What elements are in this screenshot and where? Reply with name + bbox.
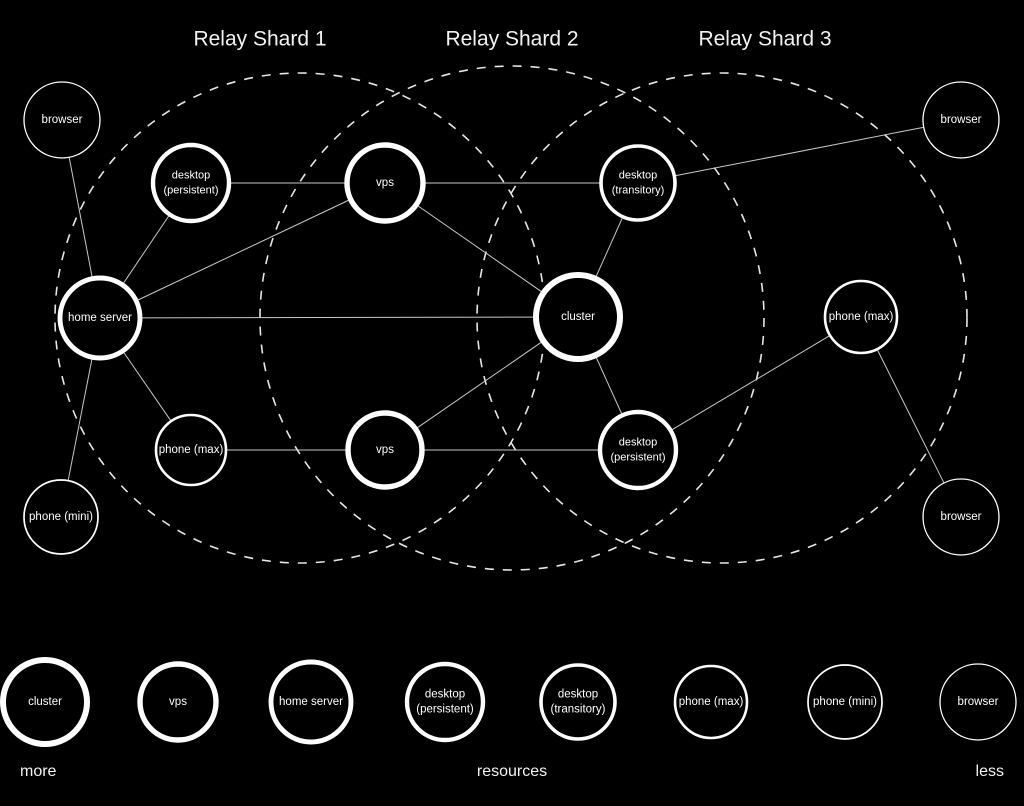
node-home-server[interactable]: home server bbox=[57, 275, 143, 361]
node-vps-top-label: vps bbox=[376, 177, 394, 189]
legend-desktop-transitory[interactable]: desktop (transitory) bbox=[539, 663, 617, 741]
node-browser-br-label: browser bbox=[941, 511, 982, 523]
legend-browser[interactable]: browser bbox=[939, 663, 1017, 741]
axis-label-less: less bbox=[976, 763, 1004, 780]
legend-desktop-persistent[interactable]: desktop (persistent) bbox=[404, 661, 486, 743]
edge-phone-max-right-to-browser-br bbox=[876, 349, 945, 484]
node-desktop-persistent-bottom-label: (persistent) bbox=[610, 451, 665, 463]
legend-desktop-persistent-label: desktop bbox=[425, 689, 465, 701]
node-desktop-transitory-label: (transitory) bbox=[612, 184, 665, 196]
edge-desktop-transitory-to-browser-tr bbox=[675, 126, 925, 177]
edge-desktop-transitory-to-cluster bbox=[595, 217, 624, 278]
node-cluster[interactable]: cluster bbox=[533, 272, 623, 362]
legend-desktop-transitory-label: (transitory) bbox=[551, 704, 606, 716]
legend-phone-mini-label: phone (mini) bbox=[813, 696, 877, 708]
node-desktop-persistent-top[interactable]: desktop (persistent) bbox=[150, 142, 232, 224]
node-browser-br[interactable]: browser bbox=[922, 478, 1000, 556]
edge-cluster-to-vps-bottom bbox=[416, 341, 543, 429]
node-phone-max-left[interactable]: phone (max) bbox=[154, 413, 228, 487]
node-vps-bottom-label: vps bbox=[376, 444, 394, 456]
legend-desktop-transitory-circle[interactable] bbox=[539, 663, 617, 741]
node-browser-tl[interactable]: browser bbox=[23, 81, 101, 159]
diagram-canvas: browser desktop (persistent) vps desktop (tra… bbox=[0, 0, 1024, 806]
legend-phone-max-label: phone (max) bbox=[679, 696, 744, 708]
shard-title-shard2: Relay Shard 2 bbox=[445, 28, 578, 51]
node-phone-max-right[interactable]: phone (max) bbox=[823, 279, 899, 355]
edge-vps-top-to-cluster bbox=[417, 205, 543, 293]
node-circle-desktop-persistent-top[interactable] bbox=[150, 142, 232, 224]
legend-cluster-label: cluster bbox=[28, 696, 62, 708]
node-circle-desktop-transitory[interactable] bbox=[599, 144, 677, 222]
legend-desktop-transitory-label: desktop bbox=[558, 689, 598, 701]
node-browser-tr[interactable]: browser bbox=[922, 81, 1000, 159]
network-nodes: browser desktop (persistent) vps desktop (tra… bbox=[23, 81, 1000, 556]
node-desktop-persistent-bottom-label: desktop bbox=[619, 436, 658, 448]
edge-browser-tl-to-home-server bbox=[68, 156, 93, 278]
node-phone-mini-label: phone (mini) bbox=[29, 511, 93, 523]
node-vps-top[interactable]: vps bbox=[344, 142, 426, 224]
node-desktop-persistent-top-label: (persistent) bbox=[163, 184, 218, 196]
axis-label-resources: resources bbox=[477, 763, 547, 780]
node-cluster-label: cluster bbox=[561, 311, 595, 323]
edge-cluster-to-desktop-persistent-bottom bbox=[595, 356, 623, 415]
shard-titles: Relay Shard 1 Relay Shard 2 Relay Shard 3 bbox=[193, 28, 831, 51]
resource-axis-labels: more resources less bbox=[20, 763, 1004, 780]
node-phone-max-left-label: phone (max) bbox=[159, 444, 224, 456]
resource-legend: cluster vps home server desktop (persistent)… bbox=[0, 657, 1017, 747]
node-desktop-persistent-top-label: desktop bbox=[172, 169, 211, 181]
node-phone-mini[interactable]: phone (mini) bbox=[23, 479, 99, 555]
legend-vps[interactable]: vps bbox=[137, 661, 219, 743]
axis-label-more: more bbox=[20, 763, 57, 780]
legend-desktop-persistent-label: (persistent) bbox=[416, 704, 474, 716]
legend-home-server[interactable]: home server bbox=[268, 659, 354, 745]
legend-desktop-persistent-circle[interactable] bbox=[404, 661, 486, 743]
legend-phone-max[interactable]: phone (max) bbox=[673, 664, 749, 740]
node-home-server-label: home server bbox=[68, 312, 132, 324]
edge-desktop-persistent-top-to-home-server bbox=[122, 215, 170, 284]
legend-vps-label: vps bbox=[169, 696, 187, 708]
legend-browser-label: browser bbox=[958, 696, 999, 708]
edge-desktop-persistent-bottom-to-phone-max-right bbox=[671, 335, 831, 431]
node-desktop-persistent-bottom[interactable]: desktop (persistent) bbox=[597, 409, 679, 491]
node-desktop-transitory-label: desktop bbox=[619, 169, 658, 181]
edge-home-server-to-phone-max-left bbox=[123, 351, 172, 422]
node-browser-tr-label: browser bbox=[941, 114, 982, 126]
node-circle-desktop-persistent-bottom[interactable] bbox=[597, 409, 679, 491]
shard-title-shard1: Relay Shard 1 bbox=[193, 28, 326, 51]
node-browser-tl-label: browser bbox=[42, 114, 83, 126]
node-vps-bottom[interactable]: vps bbox=[345, 410, 425, 490]
node-phone-max-right-label: phone (max) bbox=[829, 311, 894, 323]
shard-title-shard3: Relay Shard 3 bbox=[698, 28, 831, 51]
legend-phone-mini[interactable]: phone (mini) bbox=[807, 664, 883, 740]
relay-shard-topology-diagram: browser desktop (persistent) vps desktop (tra… bbox=[0, 28, 1017, 780]
legend-cluster[interactable]: cluster bbox=[0, 657, 90, 747]
edge-home-server-to-cluster bbox=[141, 316, 535, 319]
edge-home-server-to-phone-mini bbox=[67, 358, 93, 481]
node-desktop-transitory[interactable]: desktop (transitory) bbox=[599, 144, 677, 222]
legend-home-server-label: home server bbox=[279, 696, 343, 708]
